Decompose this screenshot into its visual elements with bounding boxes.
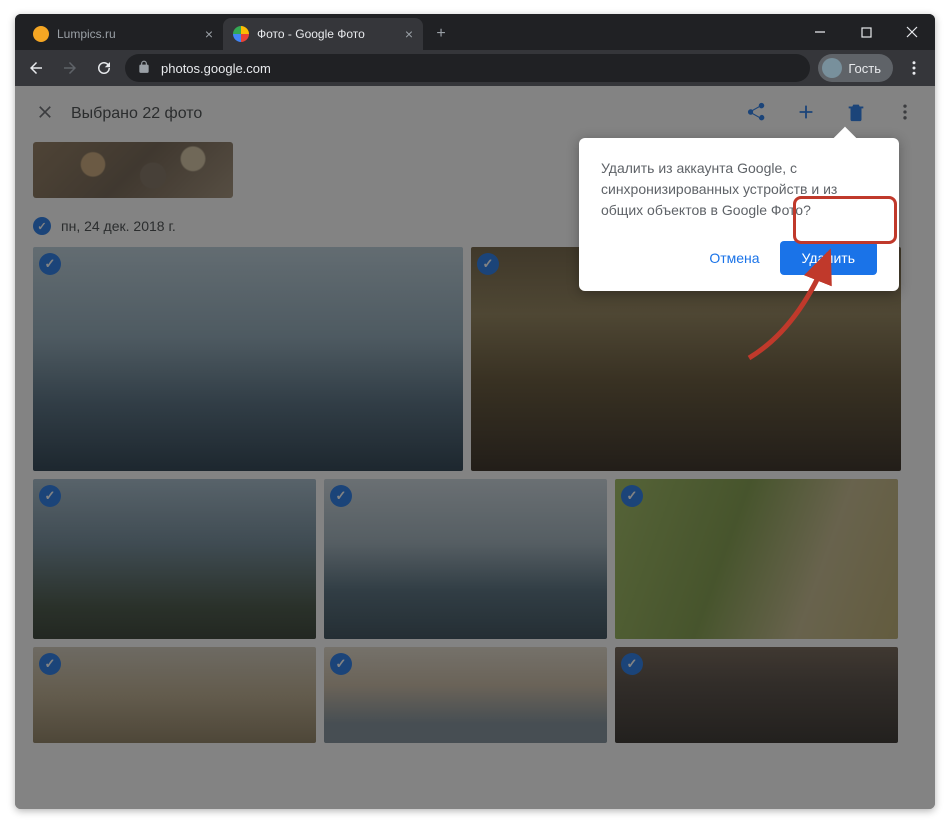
selection-count: Выбрано 22 фото — [71, 105, 202, 123]
add-icon[interactable] — [795, 101, 817, 128]
back-icon[interactable] — [23, 55, 49, 81]
favicon-icon — [233, 26, 249, 42]
deselect-icon[interactable] — [35, 102, 55, 127]
menu-icon[interactable] — [901, 55, 927, 81]
check-icon[interactable] — [621, 653, 643, 675]
check-icon[interactable] — [621, 485, 643, 507]
titlebar: Lumpics.ru × Фото - Google Фото × + — [15, 14, 935, 50]
page-content: Выбрано 22 фото пн, 24 дек. 2018 г. — [15, 86, 935, 809]
photo-thumbnail[interactable] — [33, 247, 463, 471]
check-icon[interactable] — [39, 653, 61, 675]
new-tab-button[interactable]: + — [427, 20, 455, 48]
reload-icon[interactable] — [91, 55, 117, 81]
photo-thumbnail[interactable] — [33, 647, 316, 743]
forward-icon[interactable] — [57, 55, 83, 81]
tab-strip: Lumpics.ru × Фото - Google Фото × + — [23, 14, 455, 50]
tab-title: Lumpics.ru — [57, 27, 116, 41]
check-icon[interactable] — [330, 653, 352, 675]
window-controls — [797, 14, 935, 50]
close-window-icon[interactable] — [889, 14, 935, 50]
share-icon[interactable] — [745, 101, 767, 128]
date-label: пн, 24 дек. 2018 г. — [61, 218, 176, 234]
photo-thumbnail[interactable] — [324, 647, 607, 743]
address-bar: photos.google.com Гость — [15, 50, 935, 86]
minimize-icon[interactable] — [797, 14, 843, 50]
maximize-icon[interactable] — [843, 14, 889, 50]
profile-label: Гость — [848, 61, 881, 76]
lock-icon — [137, 60, 151, 77]
photo-thumbnail[interactable] — [33, 142, 233, 198]
check-icon[interactable] — [33, 217, 51, 235]
cancel-button[interactable]: Отмена — [697, 242, 771, 274]
profile-button[interactable]: Гость — [818, 54, 893, 82]
delete-button[interactable]: Удалить — [780, 241, 877, 275]
trash-icon[interactable] — [845, 101, 867, 128]
more-icon[interactable] — [895, 102, 915, 127]
delete-confirm-dialog: Удалить из аккаунта Google, с синхронизи… — [579, 138, 899, 291]
url-text: photos.google.com — [161, 61, 271, 76]
photo-thumbnail[interactable] — [324, 479, 607, 639]
check-icon[interactable] — [330, 485, 352, 507]
selection-toolbar: Выбрано 22 фото — [15, 86, 935, 142]
photo-thumbnail[interactable] — [615, 479, 898, 639]
dialog-message: Удалить из аккаунта Google, с синхронизи… — [601, 158, 877, 221]
close-icon[interactable]: × — [405, 26, 413, 42]
favicon-icon — [33, 26, 49, 42]
check-icon[interactable] — [477, 253, 499, 275]
tab-google-photos[interactable]: Фото - Google Фото × — [223, 18, 423, 50]
tab-title: Фото - Google Фото — [257, 27, 365, 41]
close-icon[interactable]: × — [205, 26, 213, 42]
photo-thumbnail[interactable] — [33, 479, 316, 639]
photo-thumbnail[interactable] — [615, 647, 898, 743]
tab-lumpics[interactable]: Lumpics.ru × — [23, 18, 223, 50]
check-icon[interactable] — [39, 253, 61, 275]
check-icon[interactable] — [39, 485, 61, 507]
omnibox[interactable]: photos.google.com — [125, 54, 810, 82]
browser-window: Lumpics.ru × Фото - Google Фото × + phot… — [15, 14, 935, 809]
avatar-icon — [822, 58, 842, 78]
